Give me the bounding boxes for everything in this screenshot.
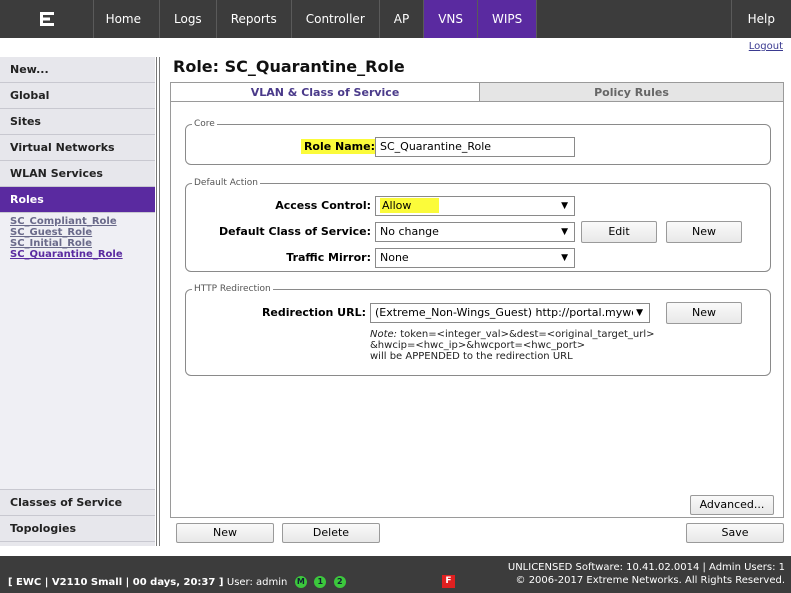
sidebar-item-classes-of-service[interactable]: Classes of Service <box>0 490 155 516</box>
dropdown-arrow-icon: ▼ <box>561 227 568 237</box>
role-link-guest[interactable]: SC_Guest_Role <box>10 227 155 238</box>
nav-spacer <box>537 0 732 38</box>
nav-home[interactable]: Home <box>94 0 160 38</box>
page-title: Role: SC_Quarantine_Role <box>173 57 405 76</box>
sidebar-item-global[interactable]: Global <box>0 83 155 109</box>
traffic-mirror-label: Traffic Mirror: <box>286 251 371 264</box>
status-1-icon[interactable]: 1 <box>314 576 327 588</box>
role-name-label: Role Name: <box>286 139 378 154</box>
sidebar-item-roles[interactable]: Roles <box>0 187 155 213</box>
traffic-mirror-value: None <box>380 251 409 264</box>
http-redirection-legend: HTTP Redirection <box>194 284 271 294</box>
core-legend: Core <box>194 119 215 129</box>
sidebar-item-new[interactable]: New... <box>0 57 155 83</box>
tab-bar: VLAN & Class of Service Policy Rules <box>170 82 784 102</box>
nav-vns[interactable]: VNS <box>424 0 479 38</box>
system-status-text: [ EWC | V2110 Small | 00 days, 20:37 ] <box>8 577 224 588</box>
new-cos-button[interactable]: New <box>666 221 742 243</box>
nav-controller[interactable]: Controller <box>292 0 380 38</box>
sidebar-item-sites[interactable]: Sites <box>0 109 155 135</box>
nav-ap[interactable]: AP <box>380 0 425 38</box>
copyright-text: © 2006-2017 Extreme Networks. All Rights… <box>515 575 785 586</box>
default-action-legend: Default Action <box>194 178 258 188</box>
redirection-url-label: Redirection URL: <box>261 306 366 319</box>
edit-cos-button[interactable]: Edit <box>581 221 657 243</box>
sidebar-item-virtual-networks[interactable]: Virtual Networks <box>0 135 155 161</box>
traffic-mirror-select[interactable]: None ▼ <box>375 248 575 268</box>
sidebar: New... Global Sites Virtual Networks WLA… <box>0 57 155 546</box>
default-cos-value: No change <box>380 225 439 238</box>
access-control-label: Access Control: <box>275 199 371 212</box>
note-line-2: &hwcip=<hwc_ip>&hwcport=<hwc_port> <box>370 340 586 351</box>
role-name-input[interactable]: SC_Quarantine_Role <box>375 137 575 157</box>
access-control-select[interactable]: Allow ▼ <box>375 196 575 216</box>
http-redirection-fieldset: HTTP Redirection Redirection URL: (Extre… <box>185 284 771 376</box>
new-redirection-button[interactable]: New <box>666 302 742 324</box>
tab-panel: Core Role Name: SC_Quarantine_Role Defau… <box>170 101 784 518</box>
dropdown-arrow-icon: ▼ <box>561 201 568 211</box>
nav-logs[interactable]: Logs <box>160 0 217 38</box>
role-link-quarantine[interactable]: SC_Quarantine_Role <box>10 249 155 260</box>
footer-status: [ EWC | V2110 Small | 00 days, 20:37 ] U… <box>8 576 346 588</box>
top-nav: Home Logs Reports Controller AP VNS WIPS… <box>0 0 791 38</box>
note-line-1: token=<integer_val>&dest=<original_targe… <box>397 329 655 340</box>
status-m-icon[interactable]: M <box>294 576 307 588</box>
redirection-url-value: (Extreme_Non-Wings_Guest) http://portal.… <box>375 306 642 319</box>
sidebar-item-topologies[interactable]: Topologies <box>0 516 155 542</box>
role-link-compliant[interactable]: SC_Compliant_Role <box>10 216 155 227</box>
tab-vlan-cos[interactable]: VLAN & Class of Service <box>170 82 480 102</box>
redirection-note: Note: token=<integer_val>&dest=<original… <box>370 329 750 362</box>
note-line-3: will be APPENDED to the redirection URL <box>370 351 573 362</box>
default-cos-label: Default Class of Service: <box>219 225 371 238</box>
sidebar-splitter[interactable] <box>156 57 160 546</box>
extreme-logo-icon[interactable] <box>0 0 94 38</box>
delete-role-button[interactable]: Delete <box>282 523 380 543</box>
sidebar-item-wlan-services[interactable]: WLAN Services <box>0 161 155 187</box>
alarm-flag-icon[interactable]: F <box>442 575 455 588</box>
dropdown-arrow-icon: ▼ <box>633 304 643 322</box>
roles-list: SC_Compliant_Role SC_Guest_Role SC_Initi… <box>0 213 155 490</box>
tab-policy-rules[interactable]: Policy Rules <box>480 82 784 102</box>
default-cos-select[interactable]: No change ▼ <box>375 222 575 242</box>
new-role-button[interactable]: New <box>176 523 274 543</box>
nav-wips[interactable]: WIPS <box>478 0 538 38</box>
note-prefix: Note: <box>370 329 398 340</box>
license-text: UNLICENSED Software: 10.41.02.0014 | Adm… <box>507 562 785 573</box>
save-button[interactable]: Save <box>686 523 784 543</box>
nav-help[interactable]: Help <box>732 0 791 38</box>
status-2-icon[interactable]: 2 <box>333 576 346 588</box>
redirection-url-select[interactable]: (Extreme_Non-Wings_Guest) http://portal.… <box>370 303 650 323</box>
footer-info: UNLICENSED Software: 10.41.02.0014 | Adm… <box>508 561 785 587</box>
role-link-initial[interactable]: SC_Initial_Role <box>10 238 155 249</box>
dropdown-arrow-icon: ▼ <box>561 253 568 263</box>
current-user: User: admin <box>226 577 288 588</box>
access-control-value: Allow <box>380 198 440 213</box>
status-footer: [ EWC | V2110 Small | 00 days, 20:37 ] U… <box>0 556 791 593</box>
nav-reports[interactable]: Reports <box>217 0 292 38</box>
advanced-button[interactable]: Advanced... <box>690 495 774 515</box>
default-action-fieldset: Default Action Access Control: Allow ▼ D… <box>185 178 771 272</box>
core-fieldset: Core Role Name: SC_Quarantine_Role <box>185 119 771 165</box>
logout-link[interactable]: Logout <box>749 41 783 52</box>
